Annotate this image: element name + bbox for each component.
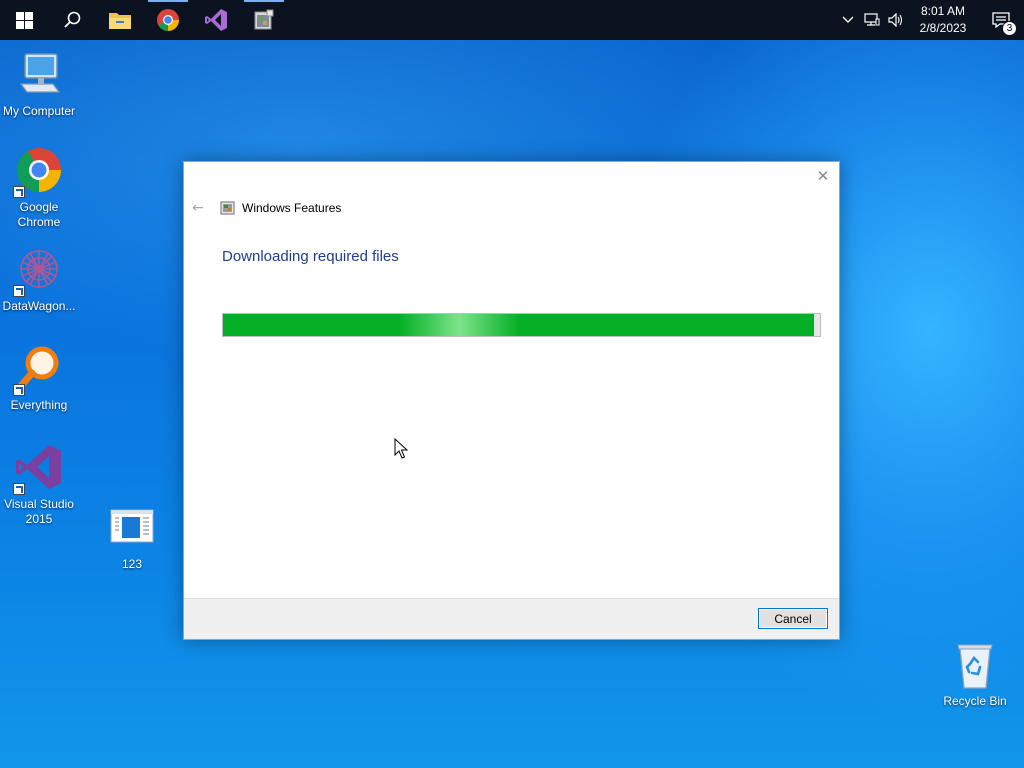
page-heading: Downloading required files: [222, 248, 399, 265]
desktop-icon-label: 123: [121, 557, 143, 571]
shortcut-arrow-icon: [13, 285, 25, 297]
shortcut-arrow-icon: [13, 483, 25, 495]
clock-date: 2/8/2023: [919, 21, 967, 35]
taskbar-windows-features[interactable]: [240, 0, 288, 40]
everything-search-icon: [13, 344, 65, 396]
desktop-icon-label: Recycle Bin: [943, 694, 1007, 708]
desktop-icon-recycle-bin[interactable]: Recycle Bin: [936, 640, 1014, 709]
download-progress-bar: [222, 313, 821, 337]
system-tray: 8:01 AM 2/8/2023 3: [836, 0, 1024, 40]
desktop-icon-label: My Computer: [2, 104, 76, 118]
cancel-button[interactable]: Cancel: [758, 608, 828, 629]
action-center-button[interactable]: 3: [978, 0, 1024, 40]
taskbar-chrome[interactable]: [144, 0, 192, 40]
notification-count-badge: 3: [1002, 21, 1017, 36]
shortcut-arrow-icon: [13, 186, 25, 198]
shortcut-arrow-icon: [13, 384, 25, 396]
clock-time: 8:01 AM: [920, 4, 966, 18]
windows-logo-icon: [15, 11, 33, 29]
windows-features-dialog: ✕ ← Windows Features Downloading require…: [183, 161, 840, 640]
desktop-icon-google-chrome[interactable]: Google Chrome: [0, 146, 78, 230]
computer-icon: [13, 50, 65, 102]
recycle-bin-icon: [949, 640, 1001, 692]
desktop-icon-visual-studio-2015[interactable]: Visual Studio 2015: [0, 443, 78, 527]
taskbar: 8:01 AM 2/8/2023 3: [0, 0, 1024, 40]
windows-features-icon: [220, 200, 236, 216]
desktop-icon-label: DataWagon...: [2, 299, 76, 313]
visual-studio-icon: [13, 443, 65, 495]
desktop-icon-123[interactable]: 123: [93, 503, 171, 572]
datawagon-icon: [13, 245, 65, 297]
visual-studio-icon: [205, 9, 227, 31]
close-icon[interactable]: ✕: [815, 168, 831, 184]
desktop-icon-label: Google Chrome: [17, 200, 61, 229]
desktop-icon-label: Visual Studio 2015: [4, 497, 74, 526]
volume-button[interactable]: [884, 0, 908, 40]
search-icon: [64, 11, 81, 28]
mouse-cursor-icon: [394, 438, 408, 459]
chrome-icon: [13, 146, 65, 198]
progress-fill: [223, 314, 815, 336]
start-button[interactable]: [0, 0, 48, 40]
document-icon: [106, 503, 158, 555]
desktop-icon-label: Everything: [10, 398, 68, 412]
taskbar-clock[interactable]: 8:01 AM 2/8/2023: [908, 3, 978, 37]
desktop-icon-everything[interactable]: Everything: [0, 344, 78, 413]
file-explorer-icon: [109, 13, 131, 29]
dialog-header: ← Windows Features: [192, 198, 341, 218]
windows-features-icon: [254, 9, 274, 30]
taskbar-visual-studio[interactable]: [192, 0, 240, 40]
taskbar-file-explorer[interactable]: [96, 0, 144, 40]
chrome-icon: [157, 9, 179, 31]
show-hidden-icons-button[interactable]: [836, 0, 860, 40]
desktop-icon-datawagon[interactable]: DataWagon...: [0, 245, 78, 314]
network-icon: [864, 13, 880, 26]
back-arrow-icon[interactable]: ←: [192, 201, 206, 215]
chevron-up-icon: [842, 16, 854, 23]
search-button[interactable]: [48, 0, 96, 40]
volume-icon: [888, 13, 903, 27]
network-button[interactable]: [860, 0, 884, 40]
dialog-footer: Cancel: [184, 598, 839, 639]
dialog-title: Windows Features: [242, 201, 342, 215]
desktop-icon-my-computer[interactable]: My Computer: [0, 50, 78, 119]
